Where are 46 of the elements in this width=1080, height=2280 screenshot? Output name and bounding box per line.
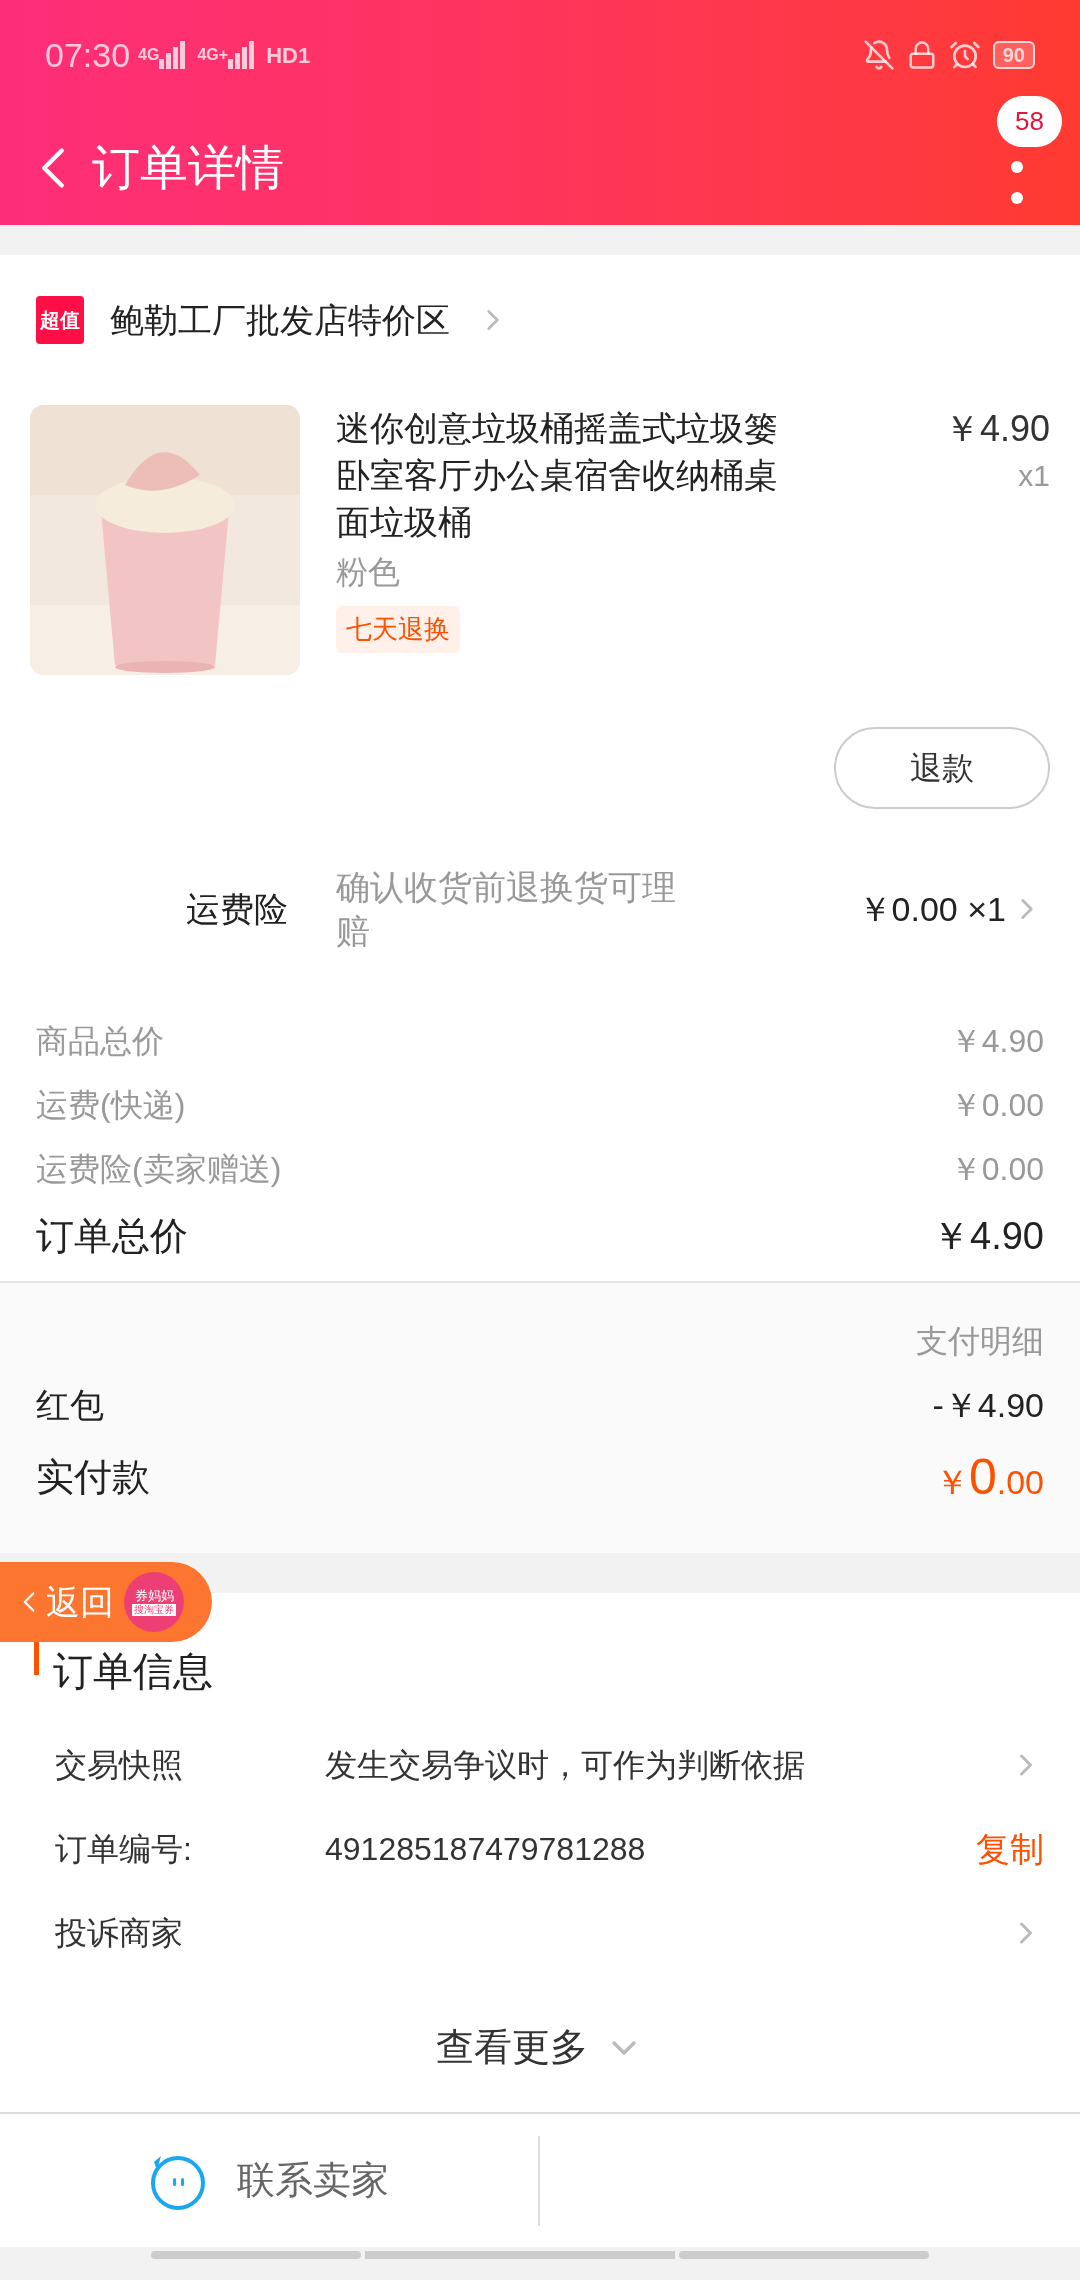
status-time: 07:30 bbox=[45, 34, 131, 76]
alarm-icon bbox=[948, 39, 981, 71]
view-more-button[interactable]: 查看更多 bbox=[436, 2019, 644, 2076]
product-variant: 粉色 bbox=[336, 553, 401, 592]
info-label: 投诉商家 bbox=[55, 1914, 184, 1953]
bell-off-icon bbox=[862, 39, 895, 71]
insurance-price: ￥0.00 ×1 bbox=[857, 888, 1006, 930]
hd-label: HD1 bbox=[266, 41, 311, 70]
network-label: 4G+ bbox=[197, 45, 229, 65]
product-quantity: x1 bbox=[1018, 458, 1050, 494]
product-title[interactable]: 迷你创意垃圾桶摇盖式垃圾篓卧室客厅办公桌宿舍收纳桶桌面垃圾桶 bbox=[336, 405, 786, 546]
paid-amount: ￥0.00 bbox=[934, 1447, 1044, 1507]
page-title: 订单详情 bbox=[92, 139, 284, 196]
logo-text: 券妈妈 bbox=[134, 1588, 174, 1604]
return-tag: 七天退换 bbox=[336, 606, 460, 653]
insurance-description: 确认收货前退换货可理赔 bbox=[336, 867, 676, 952]
summary-value: ￥0.00 bbox=[949, 1086, 1044, 1125]
signal-icon bbox=[228, 41, 255, 69]
logo-subtext: 搜淘宝券 bbox=[132, 1604, 176, 1616]
info-label: 订单编号: bbox=[55, 1830, 193, 1869]
discount-label: 红包 bbox=[36, 1384, 104, 1426]
discount-value: -￥4.90 bbox=[932, 1384, 1044, 1426]
total-value: ￥4.90 bbox=[932, 1213, 1044, 1259]
insurance-label: 运费险 bbox=[186, 888, 289, 930]
info-value: 发生交易争议时，可作为判断依据 bbox=[325, 1746, 805, 1785]
floating-back-button[interactable]: 返回 券妈妈 搜淘宝券 bbox=[0, 1562, 212, 1642]
floating-back-label: 返回 bbox=[46, 1581, 114, 1623]
summary-label: 运费险(卖家赠送) bbox=[36, 1150, 282, 1189]
summary-value: ￥4.90 bbox=[949, 1022, 1044, 1061]
shop-name[interactable]: 鲍勒工厂批发店特价区 bbox=[110, 294, 450, 346]
signal-icon bbox=[159, 41, 186, 69]
section-title: 订单信息 bbox=[53, 1648, 213, 1695]
info-value: 491285187479781288 bbox=[325, 1830, 646, 1869]
network-label: 4G bbox=[138, 45, 160, 65]
paid-label: 实付款 bbox=[36, 1454, 150, 1500]
message-badge: 58 bbox=[997, 95, 1062, 147]
battery-indicator: 90 bbox=[992, 41, 1035, 69]
refund-button[interactable]: 退款 bbox=[834, 727, 1050, 809]
total-label: 订单总价 bbox=[36, 1213, 188, 1259]
summary-label: 商品总价 bbox=[36, 1022, 164, 1061]
info-label: 交易快照 bbox=[55, 1746, 184, 1785]
summary-label: 运费(快递) bbox=[36, 1086, 186, 1125]
contact-seller-button[interactable]: 联系卖家 bbox=[0, 2135, 540, 2226]
product-price: ￥4.90 bbox=[943, 407, 1050, 451]
summary-value: ￥0.00 bbox=[949, 1150, 1044, 1189]
shop-logo: 超值 bbox=[36, 296, 84, 344]
